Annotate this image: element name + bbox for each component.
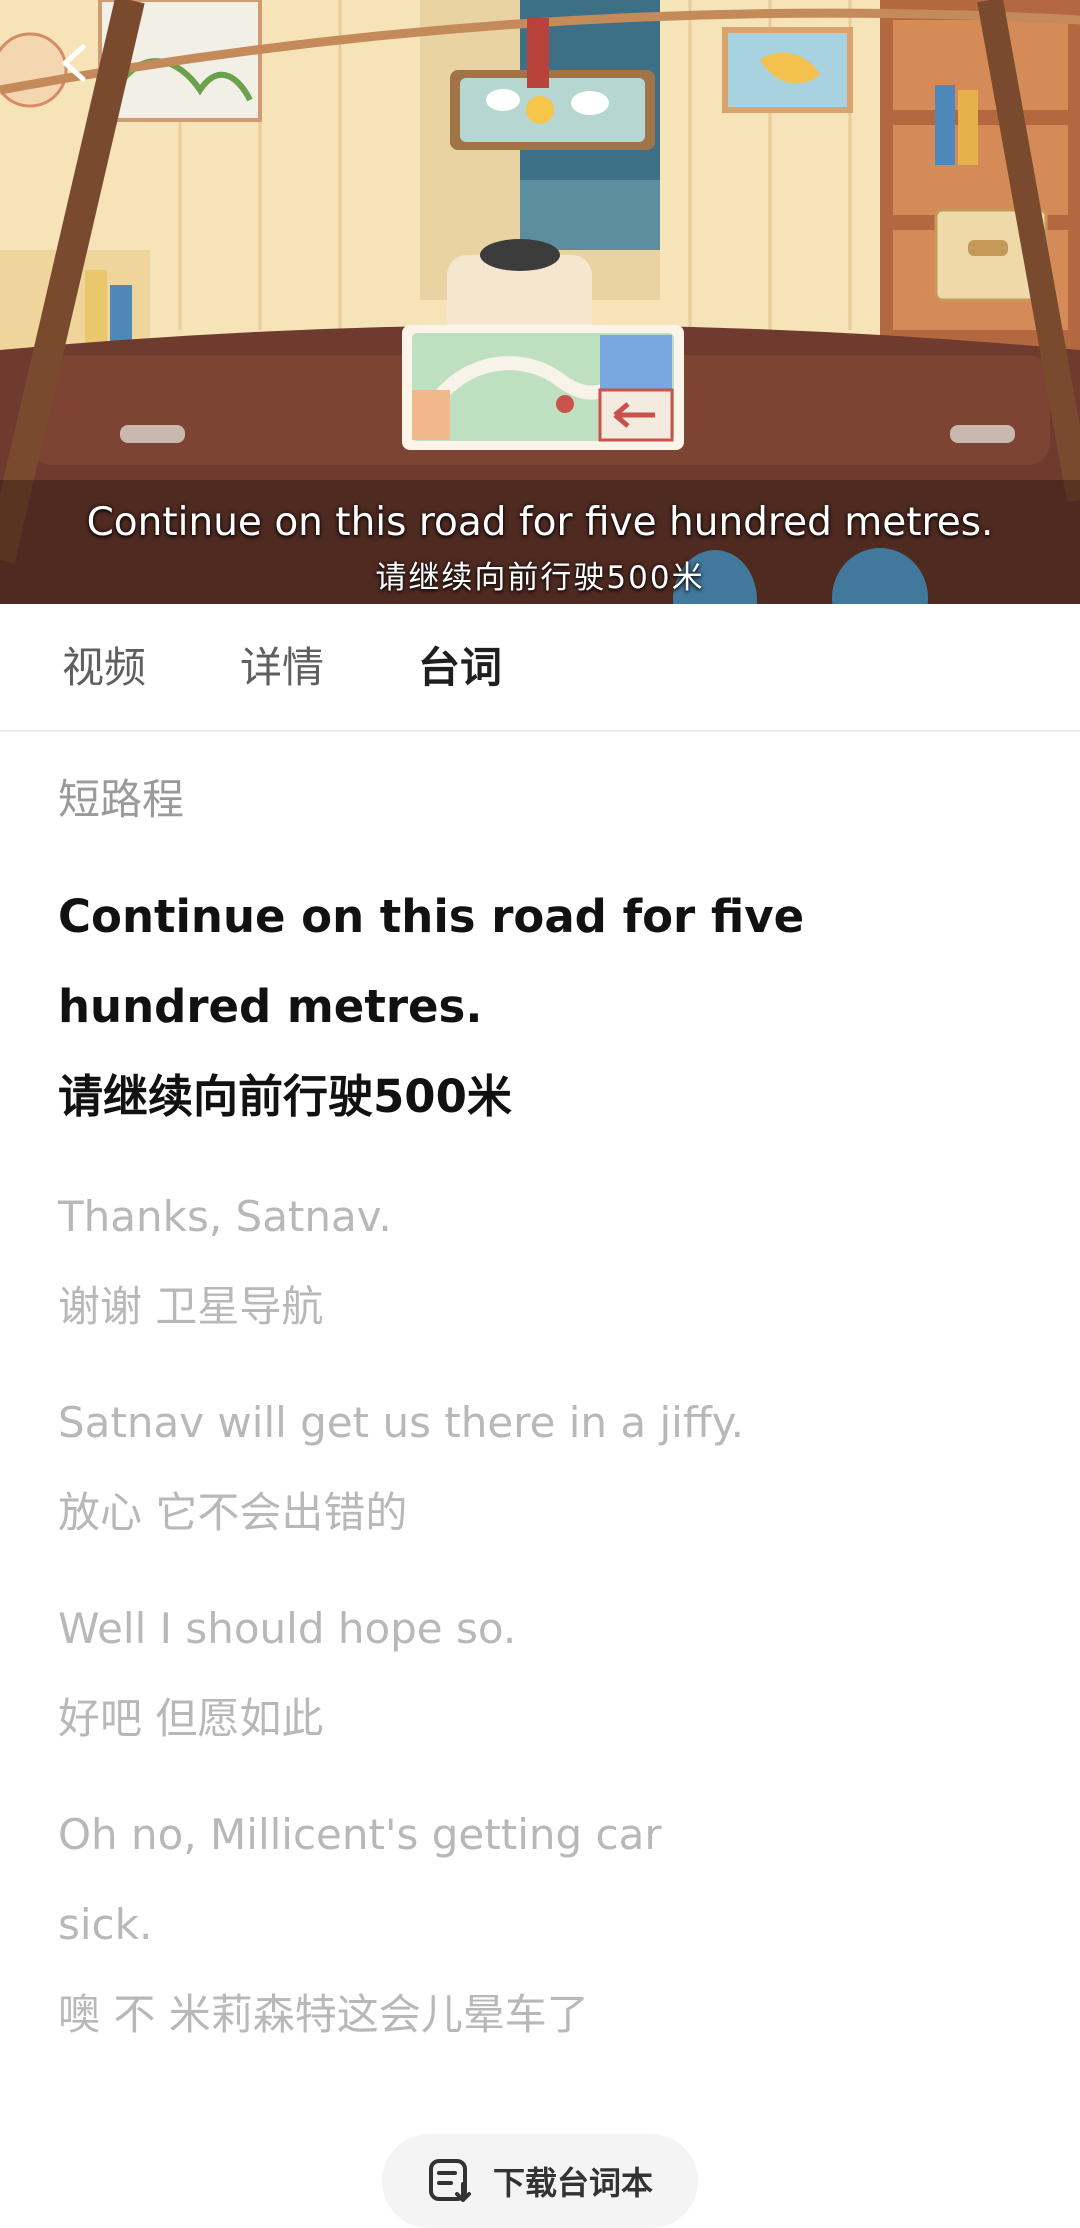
script-line-english: Thanks, Satnav. <box>58 1192 392 1241</box>
script-line[interactable]: Satnav will get us there in a jiffy. 放心 … <box>58 1378 1038 1558</box>
script-line-chinese: 放心 它不会出错的 <box>58 1488 408 1537</box>
download-label: 下载台词本 <box>492 2164 653 2202</box>
back-arrow-icon <box>62 44 86 82</box>
script-line-chinese: 谢谢 卫星导航 <box>58 1282 324 1331</box>
script-line[interactable]: Thanks, Satnav. 谢谢 卫星导航 <box>58 1172 1038 1352</box>
script-download-icon <box>428 2159 471 2202</box>
script-line[interactable]: Oh no, Millicent's getting car sick. 噢 不… <box>58 1790 1038 2060</box>
script-line-english: Well I should hope so. <box>58 1604 517 1653</box>
tab-details[interactable]: 详情 <box>240 642 324 694</box>
script-line-english: Continue on this road for five <box>58 890 805 943</box>
video-subtitle-chinese: 请继续向前行驶500米 <box>375 560 705 596</box>
script-line-english: Satnav will get us there in a jiffy. <box>58 1398 744 1447</box>
script-line-chinese: 请继续向前行驶500米 <box>58 1070 512 1123</box>
video-player[interactable]: Continue on this road for five hundred m… <box>0 0 1080 604</box>
tab-script[interactable]: 台词 <box>418 642 502 694</box>
script-line-english: sick. <box>58 1900 153 1949</box>
script-line-current[interactable]: Continue on this road for five hundred m… <box>58 872 1038 1142</box>
script-line[interactable]: Well I should hope so. 好吧 但愿如此 <box>58 1584 1038 1764</box>
back-button[interactable] <box>40 28 110 98</box>
script-line-chinese: 噢 不 米莉森特这会儿晕车了 <box>58 1990 589 2039</box>
script-line-english: Oh no, Millicent's getting car <box>58 1810 662 1859</box>
tab-bar: 视频 详情 台词 <box>0 604 1080 732</box>
script-line-chinese: 好吧 但愿如此 <box>58 1694 324 1743</box>
section-title: 短路程 <box>58 775 185 824</box>
tab-video[interactable]: 视频 <box>62 642 146 694</box>
script-line-english: hundred metres. <box>58 980 483 1033</box>
video-subtitle-english: Continue on this road for five hundred m… <box>86 500 994 545</box>
download-script-button[interactable]: 下载台词本 <box>382 2134 698 2228</box>
